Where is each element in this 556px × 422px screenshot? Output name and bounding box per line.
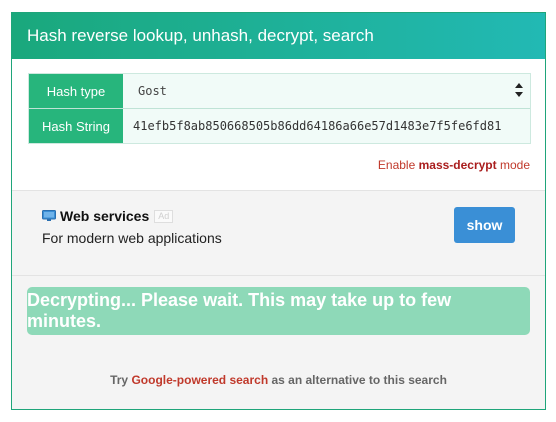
- hash-form: Hash type Gost Hash String 41efb5f8ab850…: [28, 73, 531, 144]
- hash-string-row: Hash String 41efb5f8ab850668505b86dd6418…: [29, 108, 530, 143]
- alternative-suffix: as an alternative to this search: [268, 373, 447, 387]
- alternative-search-line: Try Google-powered search as an alternat…: [12, 373, 545, 387]
- page-title: Hash reverse lookup, unhash, decrypt, se…: [27, 26, 374, 45]
- ad-description: For modern web applications: [42, 230, 222, 246]
- panel-header: Hash reverse lookup, unhash, decrypt, se…: [12, 13, 545, 59]
- hash-lookup-panel: Hash reverse lookup, unhash, decrypt, se…: [11, 12, 546, 410]
- hash-type-select[interactable]: Gost: [123, 74, 530, 108]
- hash-type-label: Hash type: [29, 74, 123, 108]
- hash-type-row: Hash type Gost: [29, 74, 530, 108]
- decrypting-status: Decrypting... Please wait. This may take…: [27, 287, 530, 335]
- monitor-icon: [42, 210, 56, 221]
- google-search-link[interactable]: Google-powered search: [131, 373, 268, 387]
- select-arrows-icon: [515, 83, 523, 97]
- mass-decrypt-link[interactable]: mass-decrypt: [419, 158, 497, 172]
- hash-string-input[interactable]: 41efb5f8ab850668505b86dd64186a66e57d1483…: [123, 109, 530, 143]
- mass-decrypt-suffix: mode: [496, 158, 530, 172]
- ad-badge: Ad: [154, 209, 174, 223]
- ad-section: Web services Ad For modern web applicati…: [12, 190, 545, 276]
- mass-decrypt-prefix: Enable: [377, 158, 419, 172]
- ad-title-line: Web services Ad: [42, 208, 174, 224]
- alternative-prefix: Try: [110, 373, 132, 387]
- mass-decrypt-line: Enable mass-decrypt mode: [378, 158, 530, 172]
- show-button[interactable]: show: [454, 207, 515, 243]
- ad-title[interactable]: Web services: [60, 208, 149, 224]
- hash-string-label: Hash String: [29, 109, 123, 143]
- hash-type-value: Gost: [138, 84, 167, 98]
- status-section: Decrypting... Please wait. This may take…: [12, 276, 545, 409]
